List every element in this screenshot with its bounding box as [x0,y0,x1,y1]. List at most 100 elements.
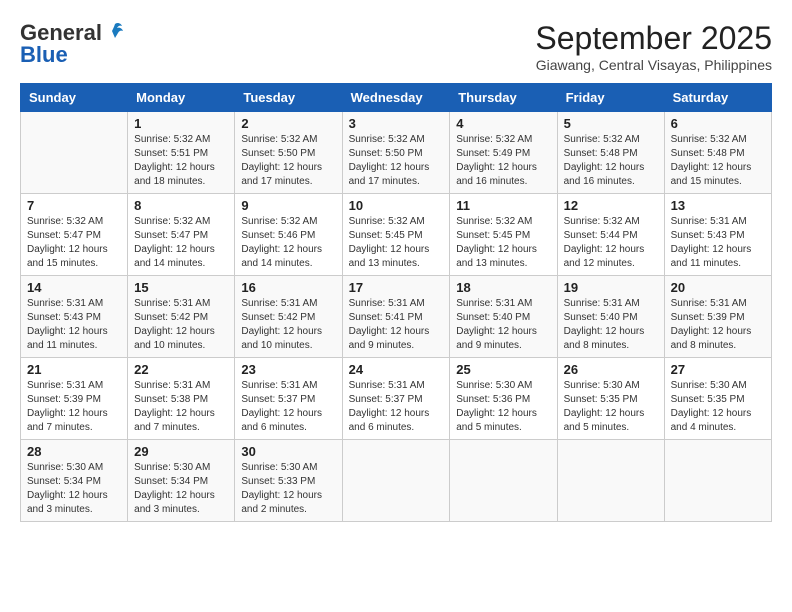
calendar-cell: 5 Sunrise: 5:32 AM Sunset: 5:48 PM Daylig… [557,112,664,194]
calendar-week-row: 28 Sunrise: 5:30 AM Sunset: 5:34 PM Dayli… [21,440,772,522]
day-number: 23 [241,362,335,377]
day-number: 27 [671,362,765,377]
calendar-header-wednesday: Wednesday [342,84,450,112]
day-info: Sunrise: 5:30 AM Sunset: 5:33 PM Dayligh… [241,461,335,517]
day-number: 14 [27,280,121,295]
title-block: September 2025 Giawang, Central Visayas,… [535,20,772,73]
day-number: 8 [134,198,228,213]
day-number: 11 [456,198,550,213]
day-number: 22 [134,362,228,377]
day-number: 1 [134,116,228,131]
day-info: Sunrise: 5:31 AM Sunset: 5:37 PM Dayligh… [241,379,335,435]
day-info: Sunrise: 5:30 AM Sunset: 5:34 PM Dayligh… [134,461,228,517]
calendar-header-thursday: Thursday [450,84,557,112]
day-info: Sunrise: 5:30 AM Sunset: 5:35 PM Dayligh… [671,379,765,435]
calendar-cell: 30 Sunrise: 5:30 AM Sunset: 5:33 PM Dayli… [235,440,342,522]
calendar-cell: 16 Sunrise: 5:31 AM Sunset: 5:42 PM Dayli… [235,276,342,358]
calendar-cell: 4 Sunrise: 5:32 AM Sunset: 5:49 PM Daylig… [450,112,557,194]
day-number: 5 [564,116,658,131]
location-subtitle: Giawang, Central Visayas, Philippines [535,57,772,73]
calendar-cell [21,112,128,194]
page-header: General Blue September 2025 Giawang, Cen… [20,20,772,73]
calendar-cell: 7 Sunrise: 5:32 AM Sunset: 5:47 PM Daylig… [21,194,128,276]
day-number: 2 [241,116,335,131]
day-info: Sunrise: 5:32 AM Sunset: 5:45 PM Dayligh… [349,215,444,271]
day-number: 3 [349,116,444,131]
day-info: Sunrise: 5:31 AM Sunset: 5:39 PM Dayligh… [27,379,121,435]
calendar-cell [450,440,557,522]
calendar-cell: 22 Sunrise: 5:31 AM Sunset: 5:38 PM Dayli… [128,358,235,440]
calendar-cell: 29 Sunrise: 5:30 AM Sunset: 5:34 PM Dayli… [128,440,235,522]
day-info: Sunrise: 5:32 AM Sunset: 5:47 PM Dayligh… [27,215,121,271]
day-number: 13 [671,198,765,213]
day-number: 29 [134,444,228,459]
day-info: Sunrise: 5:31 AM Sunset: 5:40 PM Dayligh… [456,297,550,353]
calendar-cell: 8 Sunrise: 5:32 AM Sunset: 5:47 PM Daylig… [128,194,235,276]
day-number: 21 [27,362,121,377]
day-number: 26 [564,362,658,377]
day-info: Sunrise: 5:31 AM Sunset: 5:37 PM Dayligh… [349,379,444,435]
day-number: 19 [564,280,658,295]
calendar-week-row: 14 Sunrise: 5:31 AM Sunset: 5:43 PM Dayli… [21,276,772,358]
day-number: 30 [241,444,335,459]
calendar-header-friday: Friday [557,84,664,112]
day-number: 4 [456,116,550,131]
calendar-cell: 20 Sunrise: 5:31 AM Sunset: 5:39 PM Dayli… [664,276,771,358]
calendar-cell [664,440,771,522]
day-info: Sunrise: 5:31 AM Sunset: 5:42 PM Dayligh… [241,297,335,353]
calendar-week-row: 1 Sunrise: 5:32 AM Sunset: 5:51 PM Daylig… [21,112,772,194]
month-year-title: September 2025 [535,20,772,57]
day-number: 9 [241,198,335,213]
day-info: Sunrise: 5:32 AM Sunset: 5:51 PM Dayligh… [134,133,228,189]
logo-bird-icon [104,20,126,42]
calendar-cell: 24 Sunrise: 5:31 AM Sunset: 5:37 PM Dayli… [342,358,450,440]
calendar-cell: 13Sunrise: 5:31 AM Sunset: 5:43 PM Dayli… [664,194,771,276]
calendar-header-tuesday: Tuesday [235,84,342,112]
calendar-cell: 17Sunrise: 5:31 AM Sunset: 5:41 PM Dayli… [342,276,450,358]
day-info: Sunrise: 5:32 AM Sunset: 5:47 PM Dayligh… [134,215,228,271]
day-info: Sunrise: 5:30 AM Sunset: 5:34 PM Dayligh… [27,461,121,517]
day-number: 17 [349,280,444,295]
day-info: Sunrise: 5:32 AM Sunset: 5:44 PM Dayligh… [564,215,658,271]
calendar-header-saturday: Saturday [664,84,771,112]
day-number: 12 [564,198,658,213]
day-info: Sunrise: 5:31 AM Sunset: 5:38 PM Dayligh… [134,379,228,435]
calendar-cell: 25Sunrise: 5:30 AM Sunset: 5:36 PM Dayli… [450,358,557,440]
day-info: Sunrise: 5:31 AM Sunset: 5:40 PM Dayligh… [564,297,658,353]
calendar-cell: 19 Sunrise: 5:31 AM Sunset: 5:40 PM Dayli… [557,276,664,358]
calendar-cell: 15 Sunrise: 5:31 AM Sunset: 5:42 PM Dayli… [128,276,235,358]
day-number: 20 [671,280,765,295]
calendar-header-row: SundayMondayTuesdayWednesdayThursdayFrid… [21,84,772,112]
calendar-cell: 21 Sunrise: 5:31 AM Sunset: 5:39 PM Dayli… [21,358,128,440]
calendar-cell [557,440,664,522]
day-number: 24 [349,362,444,377]
day-number: 28 [27,444,121,459]
day-info: Sunrise: 5:31 AM Sunset: 5:39 PM Dayligh… [671,297,765,353]
day-number: 16 [241,280,335,295]
calendar-week-row: 7 Sunrise: 5:32 AM Sunset: 5:47 PM Daylig… [21,194,772,276]
calendar-cell: 18 Sunrise: 5:31 AM Sunset: 5:40 PM Dayli… [450,276,557,358]
day-info: Sunrise: 5:30 AM Sunset: 5:35 PM Dayligh… [564,379,658,435]
day-info: Sunrise: 5:32 AM Sunset: 5:48 PM Dayligh… [564,133,658,189]
calendar-table: SundayMondayTuesdayWednesdayThursdayFrid… [20,83,772,522]
calendar-cell: 3 Sunrise: 5:32 AM Sunset: 5:50 PM Daylig… [342,112,450,194]
calendar-cell: 28 Sunrise: 5:30 AM Sunset: 5:34 PM Dayli… [21,440,128,522]
day-info: Sunrise: 5:31 AM Sunset: 5:42 PM Dayligh… [134,297,228,353]
calendar-cell: 12 Sunrise: 5:32 AM Sunset: 5:44 PM Dayli… [557,194,664,276]
day-number: 7 [27,198,121,213]
day-number: 15 [134,280,228,295]
day-info: Sunrise: 5:32 AM Sunset: 5:50 PM Dayligh… [241,133,335,189]
calendar-cell: 2 Sunrise: 5:32 AM Sunset: 5:50 PM Daylig… [235,112,342,194]
day-info: Sunrise: 5:32 AM Sunset: 5:45 PM Dayligh… [456,215,550,271]
day-number: 18 [456,280,550,295]
day-info: Sunrise: 5:31 AM Sunset: 5:43 PM Dayligh… [27,297,121,353]
calendar-cell: 23 Sunrise: 5:31 AM Sunset: 5:37 PM Dayli… [235,358,342,440]
calendar-cell: 6Sunrise: 5:32 AM Sunset: 5:48 PM Daylig… [664,112,771,194]
calendar-cell: 9 Sunrise: 5:32 AM Sunset: 5:46 PM Daylig… [235,194,342,276]
calendar-header-monday: Monday [128,84,235,112]
logo-blue: Blue [20,42,68,68]
day-info: Sunrise: 5:32 AM Sunset: 5:46 PM Dayligh… [241,215,335,271]
day-info: Sunrise: 5:30 AM Sunset: 5:36 PM Dayligh… [456,379,550,435]
day-info: Sunrise: 5:32 AM Sunset: 5:49 PM Dayligh… [456,133,550,189]
day-info: Sunrise: 5:32 AM Sunset: 5:50 PM Dayligh… [349,133,444,189]
